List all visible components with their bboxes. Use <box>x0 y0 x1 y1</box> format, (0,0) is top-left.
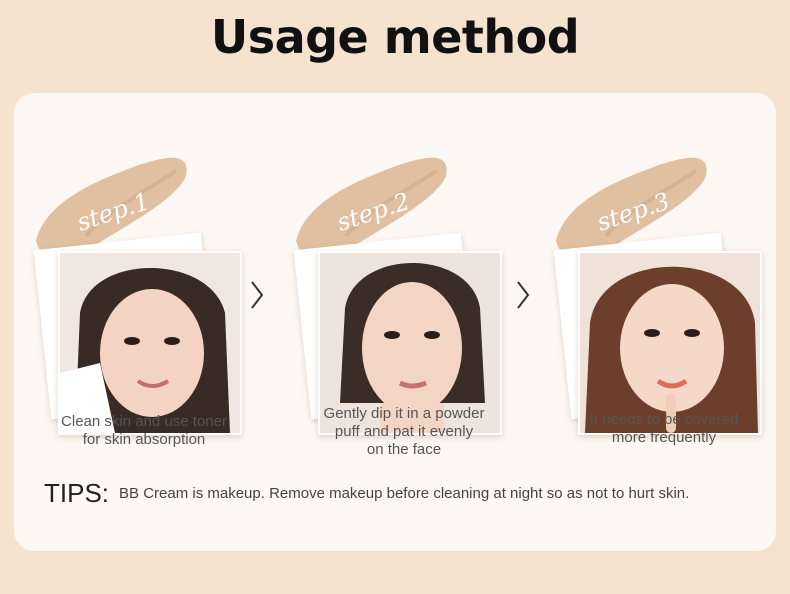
caption-line: on the face <box>366 441 442 458</box>
caption-line: Clean skin and use toner <box>61 413 227 430</box>
chevron-right-icon <box>251 281 264 309</box>
step-3-photo <box>578 251 762 435</box>
chevron-right-icon <box>517 281 530 309</box>
step-3: step.3 <box>546 141 762 435</box>
step-1-caption: Clean skin and use toner for skin absorp… <box>34 413 254 449</box>
caption-line: more frequently <box>611 429 717 446</box>
step-3-caption: It needs to be covered more frequently <box>554 411 774 447</box>
page-title: Usage method <box>210 10 580 64</box>
step-2-caption: Gently dip it in a powder puff and pat i… <box>294 405 514 459</box>
tips: TIPS: BB Cream is makeup. Remove makeup b… <box>44 478 689 509</box>
step-1: step.1 <box>26 141 242 435</box>
caption-line: puff and pat it evenly <box>334 423 474 440</box>
tips-label: TIPS: <box>44 478 110 508</box>
usage-card: step.1 Clean skin and use toner for skin… <box>14 93 776 551</box>
tips-text: BB Cream is makeup. Remove makeup before… <box>119 485 690 502</box>
step-2: step.2 <box>286 141 502 435</box>
step-1-photo <box>58 251 242 435</box>
caption-line: Gently dip it in a powder <box>323 405 485 422</box>
caption-line: It needs to be covered <box>589 411 739 428</box>
caption-line: for skin absorption <box>82 431 206 448</box>
